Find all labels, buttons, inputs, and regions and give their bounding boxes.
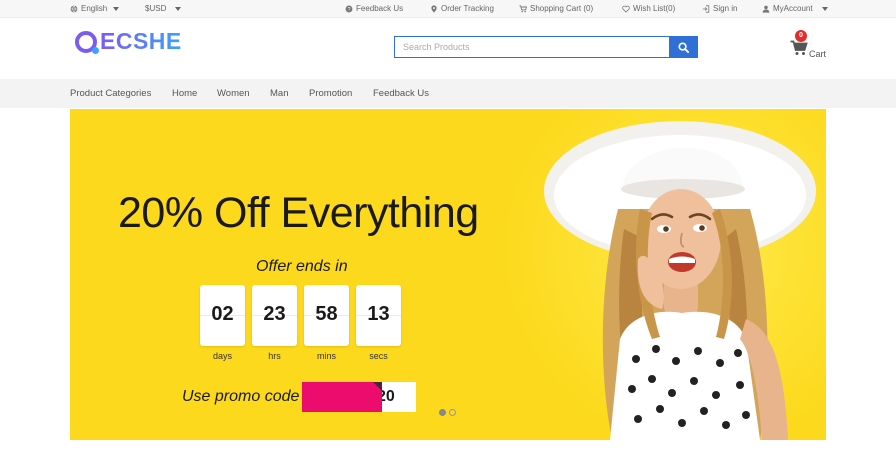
my-account-menu[interactable]: MyAccount [762,4,828,13]
sign-in-link[interactable]: Sign in [702,4,737,13]
countdown-hours-label: hrs [268,351,281,361]
my-account-label: MyAccount [773,4,813,13]
svg-text:?: ? [347,7,350,13]
nav-item-feedback[interactable]: Feedback Us [373,88,429,99]
nav-item-man[interactable]: Man [270,88,288,99]
slider-dot-2[interactable] [449,409,456,416]
slider-dot-1[interactable] [439,409,446,416]
nav-item-home[interactable]: Home [172,88,197,99]
countdown-mins-box: 58 [304,285,349,346]
slider-dots [439,409,456,416]
countdown-mins-value: 58 [315,303,338,325]
countdown-secs-value: 13 [367,303,390,325]
search-input[interactable] [394,36,669,58]
countdown-days-box: 02 [200,285,245,346]
currency-label: $USD [145,4,167,13]
sign-in-label: Sign in [713,4,738,13]
countdown-secs-label: secs [369,351,388,361]
shopping-cart-label: Shopping Cart (0) [530,4,594,13]
currency-selector[interactable]: $USD [145,4,182,13]
wish-list-link[interactable]: Wish List(0) [622,4,675,13]
hero-banner[interactable]: 20% Off Everything Offer ends in 02 23 5… [70,109,826,440]
chevron-down-icon [175,6,182,11]
order-tracking-link[interactable]: Order Tracking [430,4,494,13]
nav-item-women[interactable]: Women [217,88,250,99]
hero-headline: 20% Off Everything [118,189,479,237]
globe-icon [70,5,78,12]
hero-model-image [544,121,816,440]
countdown-hours-box: 23 [252,285,297,346]
search-button[interactable] [669,36,698,58]
language-label: English [81,4,108,13]
top-utility-bar: English $USD ? Feedback Us Order Trackin… [0,0,896,18]
promo-code-scratch-cover[interactable] [302,382,382,412]
countdown-mins-label: mins [316,351,336,361]
feedback-icon: ? [345,5,353,13]
location-pin-icon [431,4,437,13]
heart-icon [622,5,630,13]
cart-icon [790,40,808,55]
site-logo[interactable]: ECSHE [75,28,182,55]
shopping-cart-link[interactable]: Shopping Cart (0) [519,4,593,13]
offer-ends-text: Offer ends in [256,258,348,275]
countdown-hours-value: 23 [263,303,286,325]
cart-count-badge: 0 [795,30,807,42]
sign-in-icon [702,4,710,13]
main-nav: Product Categories Home Women Man Promot… [0,79,896,108]
promo-code-label: Use promo code [182,388,300,405]
user-icon [762,5,770,13]
cart-icon [519,4,527,12]
logo-text: ECSHE [100,28,182,54]
countdown-days-value: 02 [211,303,234,325]
cart-label: Cart [809,49,827,59]
promo-code-box[interactable]: 20 [302,382,416,412]
chevron-down-icon [113,6,120,11]
logo-mark-icon [75,30,99,54]
feedback-link-label: Feedback Us [356,4,404,13]
wish-list-label: Wish List(0) [633,4,676,13]
feedback-link[interactable]: ? Feedback Us [345,4,403,13]
countdown-days-label: days [212,351,232,361]
chevron-down-icon [821,6,828,11]
nav-item-product-categories[interactable]: Product Categories [70,88,151,99]
order-tracking-label: Order Tracking [441,4,494,13]
header-cart[interactable]: 0 Cart [790,30,830,60]
language-selector[interactable]: English [70,4,120,13]
nav-item-promotion[interactable]: Promotion [309,88,352,99]
search-bar [394,36,698,58]
countdown-secs-box: 13 [356,285,401,346]
search-icon [678,41,689,53]
